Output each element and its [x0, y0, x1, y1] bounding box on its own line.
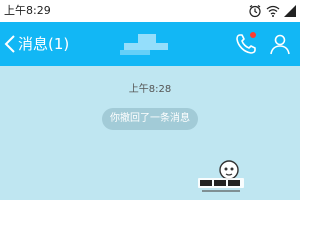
back-label: 消息(1) — [18, 35, 70, 53]
watermark-logo — [198, 160, 244, 192]
profile-icon[interactable] — [268, 32, 292, 56]
recall-notice: 你撤回了一条消息 — [102, 108, 198, 130]
chat-area[interactable]: 上午8:28 你撤回了一条消息 — [0, 66, 300, 200]
message-timestamp: 上午8:28 — [128, 84, 172, 95]
status-bar: 上午8:29 — [0, 0, 300, 22]
contact-name-blurred — [120, 34, 176, 56]
nav-bar: 消息(1) — [0, 22, 300, 66]
status-time: 上午8:29 — [4, 4, 51, 17]
back-chevron-icon — [4, 35, 15, 53]
back-button[interactable]: 消息(1) — [4, 30, 69, 58]
notification-dot — [250, 32, 256, 38]
alarm-icon — [249, 5, 261, 18]
wifi-icon — [266, 5, 280, 17]
status-icons — [248, 4, 296, 18]
signal-icon — [284, 5, 296, 17]
